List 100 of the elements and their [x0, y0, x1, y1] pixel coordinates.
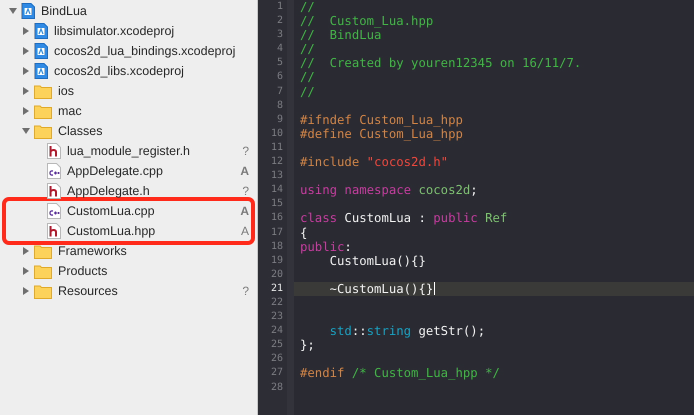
folder-icon [34, 124, 52, 138]
file-name[interactable]: libsimulator.xcodeproj [54, 24, 249, 38]
code-token: { [300, 226, 308, 240]
code-token: // [300, 0, 315, 14]
source-control-status: ? [242, 144, 249, 158]
source-control-status: A [240, 204, 249, 218]
code-token: public [300, 240, 344, 254]
line-number: 3 [276, 28, 284, 42]
file-name[interactable]: BindLua [41, 4, 249, 18]
code-token: std [330, 324, 352, 338]
line-number: 11 [270, 140, 284, 155]
line-number: 14 [270, 183, 284, 198]
line-number: 10 [270, 126, 284, 141]
code-token: cocos2d [418, 183, 470, 198]
line-number: 4 [276, 42, 284, 56]
collapsed-triangle-icon[interactable] [21, 46, 31, 56]
line-number: 21 [270, 282, 284, 296]
source-control-status: A [240, 224, 249, 238]
line-number: 5 [276, 56, 284, 70]
code-token: // [300, 70, 315, 85]
project-file-icon [34, 43, 48, 59]
line-number: 15 [270, 197, 284, 212]
file-name[interactable]: Classes [58, 124, 249, 138]
cpp-file-icon [47, 163, 61, 179]
line-number: 23 [270, 310, 284, 324]
header-file-icon [47, 183, 61, 199]
code-token: getStr(); [417, 324, 486, 338]
folder-icon [34, 244, 52, 258]
code-token: CustomLua : [343, 211, 427, 226]
file-name[interactable]: Frameworks [58, 244, 249, 258]
code-token: using namespace [300, 183, 412, 198]
collapsed-triangle-icon[interactable] [21, 266, 31, 276]
file-name[interactable]: CustomLua.hpp [67, 224, 238, 238]
file-name[interactable]: Products [58, 264, 249, 278]
line-number: 16 [270, 211, 284, 226]
file-name[interactable]: Resources [58, 284, 240, 298]
file-name[interactable]: cocos2d_lua_bindings.xcodeproj [54, 44, 249, 58]
file-name[interactable]: cocos2d_libs.xcodeproj [54, 64, 249, 78]
code-token: // [300, 84, 315, 99]
collapsed-triangle-icon[interactable] [21, 246, 31, 256]
line-number: 26 [270, 352, 284, 366]
code-token: // BindLua [300, 28, 382, 42]
line-number: 20 [270, 268, 284, 282]
line-number: 28 [270, 380, 284, 395]
folder-icon [34, 264, 52, 278]
collapsed-triangle-icon[interactable] [21, 86, 31, 96]
line-number: 13 [270, 169, 284, 184]
line-number: 9 [276, 112, 284, 127]
project-file-icon [34, 63, 48, 79]
source-control-status: ? [242, 184, 249, 198]
code-token: ~CustomLua(){} [330, 282, 434, 296]
code-token: // Custom_Lua.hpp [300, 14, 434, 28]
code-token: }; [300, 338, 315, 352]
line-number: 8 [276, 98, 284, 113]
file-name[interactable]: AppDelegate.h [67, 184, 240, 198]
file-name[interactable]: ios [58, 84, 249, 98]
code-token: #define Custom_Lua_hpp [300, 126, 463, 141]
line-number: 17 [270, 226, 284, 240]
line-number: 24 [270, 324, 284, 338]
line-number: 25 [270, 338, 284, 352]
code-token: /* Custom_Lua_hpp */ [352, 366, 500, 381]
code-token: #endif [300, 366, 346, 381]
code-token: ; [470, 183, 478, 198]
code-token: :: [352, 324, 367, 338]
source-control-status: ? [242, 284, 249, 298]
code-token: string [366, 324, 412, 338]
collapsed-triangle-icon[interactable] [21, 66, 31, 76]
folder-icon [34, 84, 52, 98]
code-token: : [344, 240, 352, 254]
code-token: #ifndef Custom_Lua_hpp [300, 112, 463, 127]
code-token: #include [300, 155, 360, 170]
folder-icon [34, 284, 52, 298]
collapsed-triangle-icon[interactable] [21, 286, 31, 296]
code-token: class [300, 211, 338, 226]
file-name[interactable]: AppDelegate.cpp [67, 164, 238, 178]
expanded-triangle-icon[interactable] [21, 126, 31, 136]
folder-icon [34, 104, 52, 118]
source-control-status: A [240, 164, 249, 178]
code-token: "cocos2d.h" [366, 155, 448, 170]
file-name[interactable]: lua_module_register.h [67, 144, 240, 158]
code-token: CustomLua(){} [330, 254, 426, 268]
line-number: 12 [270, 155, 284, 170]
code-token: Ref [485, 211, 508, 226]
text-cursor [434, 282, 436, 296]
file-name[interactable]: CustomLua.cpp [67, 204, 238, 218]
collapsed-triangle-icon[interactable] [21, 106, 31, 116]
project-file-icon [21, 3, 35, 19]
code-token: // [300, 42, 315, 56]
project-file-icon [34, 23, 48, 39]
line-number: 1 [276, 0, 284, 14]
file-name[interactable]: mac [58, 104, 249, 118]
expanded-triangle-icon[interactable] [8, 6, 18, 16]
line-number: 19 [270, 254, 284, 268]
collapsed-triangle-icon[interactable] [21, 26, 31, 36]
line-number: 18 [270, 240, 284, 254]
line-number: 6 [276, 70, 284, 84]
line-number: 7 [276, 84, 284, 99]
header-file-icon [47, 223, 61, 239]
code-token: public [433, 211, 479, 226]
line-number: 2 [276, 14, 284, 28]
